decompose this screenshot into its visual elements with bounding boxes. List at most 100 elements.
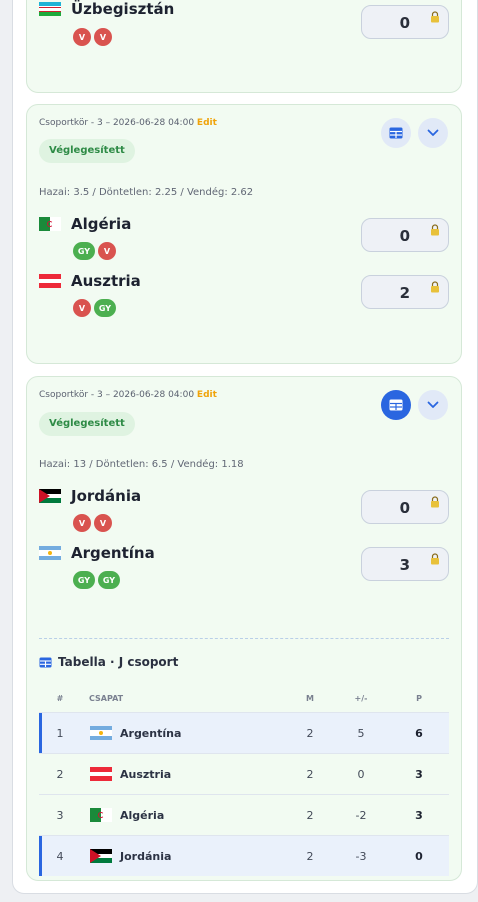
- standings-title: Tabella · J csoport: [39, 655, 178, 669]
- played-cell: 2: [287, 794, 333, 836]
- team-name: Algéria: [120, 808, 165, 822]
- card-badges: V V: [73, 28, 112, 46]
- diff-cell: 5: [333, 712, 389, 754]
- team-cell: Argentína: [81, 712, 287, 754]
- lock-icon: [431, 11, 439, 23]
- rank-cell: 3: [39, 794, 81, 836]
- team-row-uzbekistan: Üzbegisztán: [39, 0, 174, 18]
- odds-text: Hazai: 3.5 / Döntetlen: 2.25 / Vendég: 2…: [39, 187, 254, 198]
- played-cell: 2: [287, 835, 333, 876]
- col-team: CSAPAT: [89, 693, 124, 703]
- rank-cell: 2: [39, 753, 81, 795]
- match-date: Csoportkör - 3 – 2026-06-28 04:00: [39, 118, 195, 128]
- lock-icon: [431, 281, 439, 293]
- points-cell: 0: [389, 835, 449, 876]
- score-value: 2: [399, 284, 410, 302]
- chevron-down-icon: [427, 401, 439, 408]
- lock-icon: [431, 553, 439, 565]
- red-badge: V: [94, 28, 112, 46]
- red-badge: V: [73, 514, 91, 532]
- diff-cell: 0: [333, 753, 389, 795]
- team-name: Ausztria: [120, 767, 172, 781]
- team-name: Algéria: [71, 215, 132, 233]
- match-card-1: Üzbegisztán V V 0: [26, 0, 462, 93]
- score-input[interactable]: 0: [361, 490, 449, 524]
- points-cell: 3: [389, 794, 449, 836]
- card-badges: V GY: [73, 299, 116, 317]
- team-row-jordan: Jordánia: [39, 487, 141, 505]
- flag-algeria-icon: [39, 217, 61, 231]
- standings-title-text: Tabella · J csoport: [58, 655, 179, 669]
- odds-text: Hazai: 13 / Döntetlen: 6.5 / Vendég: 1.1…: [39, 459, 244, 470]
- table-icon: [389, 127, 403, 139]
- team-name: Jordánia: [120, 849, 172, 863]
- score-value: 0: [399, 227, 410, 245]
- table-toggle-button[interactable]: [381, 390, 411, 420]
- diff-cell: -3: [333, 835, 389, 876]
- score-value: 3: [399, 556, 410, 574]
- score-value: 0: [399, 499, 410, 517]
- section-divider: [39, 638, 449, 639]
- table-toggle-button[interactable]: [381, 118, 411, 148]
- standings-table: # CSAPAT M +/- P 1 Argentína 2 5 6 2 Aus…: [39, 684, 449, 876]
- expand-button[interactable]: [418, 118, 448, 148]
- team-row-algeria: Algéria: [39, 215, 131, 233]
- red-badge: V: [73, 299, 91, 317]
- rank-cell: 1: [39, 712, 81, 754]
- team-name: Jordánia: [71, 487, 142, 505]
- col-diff: +/-: [354, 693, 368, 703]
- flag-jordan-icon: [39, 489, 61, 503]
- green-badge: GY: [94, 299, 116, 317]
- flag-austria-icon: [39, 274, 61, 288]
- team-name: Ausztria: [71, 272, 141, 290]
- team-row-austria: Ausztria: [39, 272, 141, 290]
- match-date: Csoportkör - 3 – 2026-06-28 04:00: [39, 390, 195, 400]
- lock-icon: [431, 224, 439, 236]
- flag-argentina-icon: [39, 546, 61, 560]
- green-badge: GY: [98, 571, 120, 589]
- team-cell: Ausztria: [81, 753, 287, 795]
- lock-icon: [431, 496, 439, 508]
- flag-argentina-icon: [90, 726, 112, 740]
- red-badge: V: [94, 514, 112, 532]
- status-badge: Véglegesített: [39, 139, 135, 163]
- team-name: Üzbegisztán: [71, 0, 175, 18]
- col-rank: #: [56, 693, 64, 703]
- score-input[interactable]: 3: [361, 547, 449, 581]
- score-input[interactable]: 0: [361, 5, 449, 39]
- match-card-2: Csoportkör - 3 – 2026-06-28 04:00 Edit V…: [26, 104, 462, 364]
- table-icon: [39, 657, 52, 667]
- flag-uzbekistan-icon: [39, 2, 61, 16]
- edit-link[interactable]: Edit: [197, 118, 217, 128]
- flag-austria-icon: [90, 767, 112, 781]
- diff-cell: -2: [333, 794, 389, 836]
- score-value: 0: [399, 14, 410, 32]
- played-cell: 2: [287, 712, 333, 754]
- team-name: Argentína: [71, 544, 155, 562]
- table-header-row: # CSAPAT M +/- P: [39, 684, 449, 713]
- score-input[interactable]: 0: [361, 218, 449, 252]
- table-row: 2 Ausztria 2 0 3: [39, 753, 449, 795]
- team-cell: Algéria: [81, 794, 287, 836]
- red-badge: V: [73, 28, 91, 46]
- edit-link[interactable]: Edit: [197, 390, 217, 400]
- red-badge: V: [98, 242, 116, 260]
- card-badges: V V: [73, 514, 112, 532]
- card-badges: GY GY: [73, 571, 120, 589]
- points-cell: 6: [389, 712, 449, 754]
- expand-button[interactable]: [418, 390, 448, 420]
- score-input[interactable]: 2: [361, 275, 449, 309]
- match-card-3: Csoportkör - 3 – 2026-06-28 04:00 Edit V…: [26, 376, 462, 881]
- match-meta: Csoportkör - 3 – 2026-06-28 04:00 Edit: [39, 390, 217, 400]
- green-badge: GY: [73, 571, 95, 589]
- table-icon: [389, 399, 403, 411]
- team-cell: Jordánia: [81, 835, 287, 876]
- flag-jordan-icon: [90, 849, 112, 863]
- table-row: 1 Argentína 2 5 6: [39, 712, 449, 754]
- green-badge: GY: [73, 242, 95, 260]
- match-meta: Csoportkör - 3 – 2026-06-28 04:00 Edit: [39, 118, 217, 128]
- card-badges: GY V: [73, 242, 116, 260]
- table-row: 4 Jordánia 2 -3 0: [39, 835, 449, 876]
- col-played: M: [306, 693, 314, 703]
- status-badge: Véglegesített: [39, 412, 135, 436]
